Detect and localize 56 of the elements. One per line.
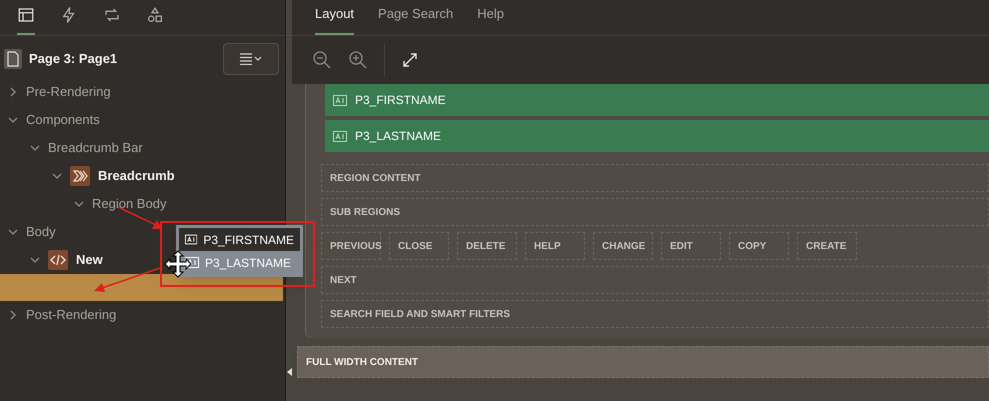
breadcrumb-icon xyxy=(70,166,90,186)
layout-position: SUB REGIONS xyxy=(321,198,989,226)
panel-tab[interactable] xyxy=(17,6,35,35)
layout-position: NEXT xyxy=(321,266,989,294)
button-position: COPY xyxy=(729,232,789,260)
text-field-icon xyxy=(333,130,347,142)
tab[interactable]: Help xyxy=(477,4,504,35)
tree-node-label[interactable]: Body xyxy=(26,222,56,242)
button-position: EDIT xyxy=(661,232,721,260)
chevron-down-icon[interactable] xyxy=(8,227,18,237)
panel-layout-icon xyxy=(17,6,35,24)
full-width-position: FULL WIDTH CONTENT xyxy=(297,346,989,378)
menu-button[interactable] xyxy=(223,43,279,75)
tab[interactable]: Page Search xyxy=(378,4,454,35)
text-field-icon xyxy=(333,94,347,106)
chevron-down-icon[interactable] xyxy=(30,255,40,265)
text-field-icon xyxy=(185,234,198,245)
button-position: HELP xyxy=(525,232,585,260)
zoom-in-icon[interactable] xyxy=(348,50,368,70)
zoom-out-icon[interactable] xyxy=(312,50,332,70)
item-label: P3_LASTNAME xyxy=(355,128,442,145)
chevron-right-icon[interactable] xyxy=(8,87,18,97)
page-icon xyxy=(4,49,22,69)
page-title: Page 3: Page1 xyxy=(29,50,118,68)
chevron-down-icon[interactable] xyxy=(74,199,84,209)
tree-node-label[interactable]: Breadcrumb Bar xyxy=(48,138,143,158)
move-cursor-icon xyxy=(164,250,192,278)
button-position: CREATE xyxy=(797,232,857,260)
button-position: CHANGE xyxy=(593,232,653,260)
item-label: P3_FIRSTNAME xyxy=(355,92,446,109)
tree-node-label[interactable]: Breadcrumb xyxy=(98,166,175,186)
page-item[interactable]: P3_LASTNAME xyxy=(325,120,989,152)
tree-node-label[interactable]: Pre-Rendering xyxy=(26,82,111,102)
chevron-down-icon[interactable] xyxy=(52,171,62,181)
shapes-icon xyxy=(146,6,164,24)
layout-position: SEARCH FIELD AND SMART FILTERS xyxy=(321,300,989,328)
button-position: CLOSE xyxy=(389,232,449,260)
menu-icon xyxy=(240,53,262,65)
expand-icon[interactable] xyxy=(401,51,419,69)
text-field-icon xyxy=(185,257,199,268)
chevron-down-icon[interactable] xyxy=(8,115,18,125)
drag-item: P3_FIRSTNAME xyxy=(179,228,300,251)
tree-node-label[interactable]: Components xyxy=(26,110,100,130)
page-item[interactable]: P3_FIRSTNAME xyxy=(325,84,989,116)
tree-node-label[interactable]: New xyxy=(76,250,103,270)
layout-position: REGION CONTENT xyxy=(321,164,989,192)
tree-node-label[interactable]: Region Body xyxy=(92,194,166,214)
button-position: DELETE xyxy=(457,232,517,260)
code-icon xyxy=(48,250,68,270)
cycle-arrows-icon xyxy=(103,6,121,24)
chevron-down-icon[interactable] xyxy=(30,143,40,153)
tab[interactable]: Layout xyxy=(315,4,354,35)
button-position: PREVIOUS xyxy=(321,232,381,260)
collapse-arrow-icon[interactable] xyxy=(287,368,292,376)
chevron-right-icon[interactable] xyxy=(8,310,18,320)
tree-node-label[interactable]: Post-Rendering xyxy=(26,305,116,325)
